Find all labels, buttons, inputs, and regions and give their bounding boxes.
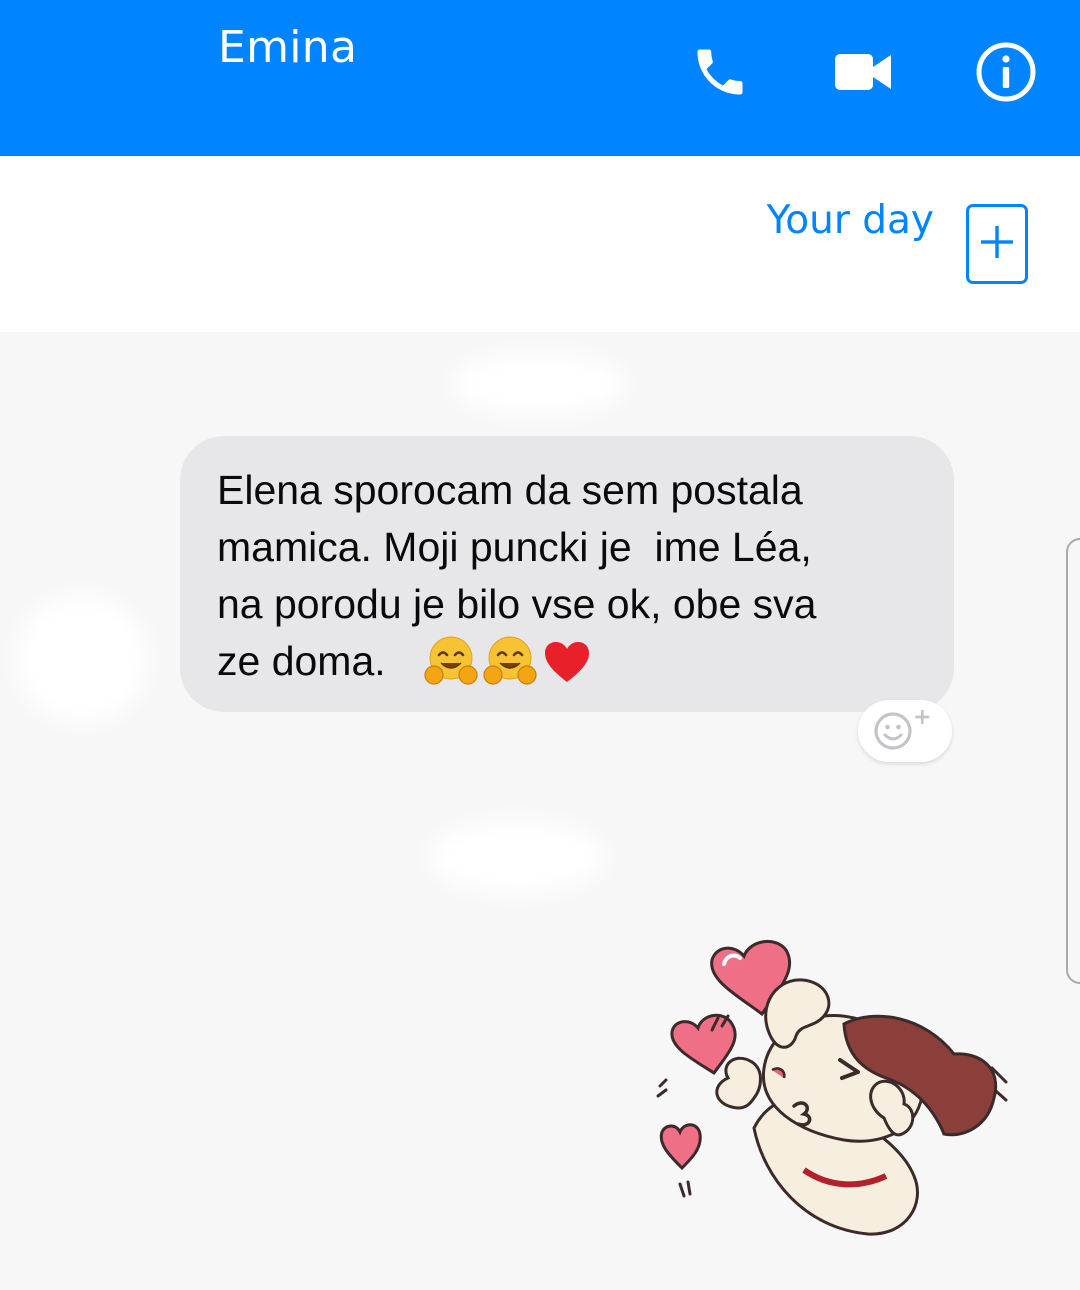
blurred-region [450, 352, 626, 416]
hugging-face-emoji [424, 634, 478, 692]
scroll-handle[interactable] [1066, 538, 1080, 984]
message-emojis [424, 634, 592, 692]
add-story-button[interactable] [966, 204, 1028, 284]
video-camera-icon[interactable] [832, 40, 896, 104]
blurred-avatar-region [16, 594, 148, 724]
add-reaction-button[interactable] [858, 700, 952, 762]
contact-name[interactable]: Emina [218, 22, 357, 74]
info-icon[interactable] [974, 40, 1038, 104]
smiley-add-reaction-icon [869, 705, 941, 757]
message-bubble[interactable]: Elena sporocam da sem postala mamica. Mo… [180, 436, 954, 712]
plus-icon [979, 224, 1015, 264]
dog-blowing-kiss-hearts-sticker[interactable] [654, 938, 1010, 1238]
blurred-region [428, 820, 606, 894]
stories-bar: Your day [0, 156, 1080, 332]
conversation-header: Emina [0, 0, 1080, 156]
message-list: Elena sporocam da sem postala mamica. Mo… [0, 332, 1080, 1290]
hugging-face-emoji [483, 634, 537, 692]
phone-icon[interactable] [688, 40, 752, 104]
your-day-label[interactable]: Your day [767, 196, 934, 246]
red-heart-emoji [542, 638, 592, 692]
